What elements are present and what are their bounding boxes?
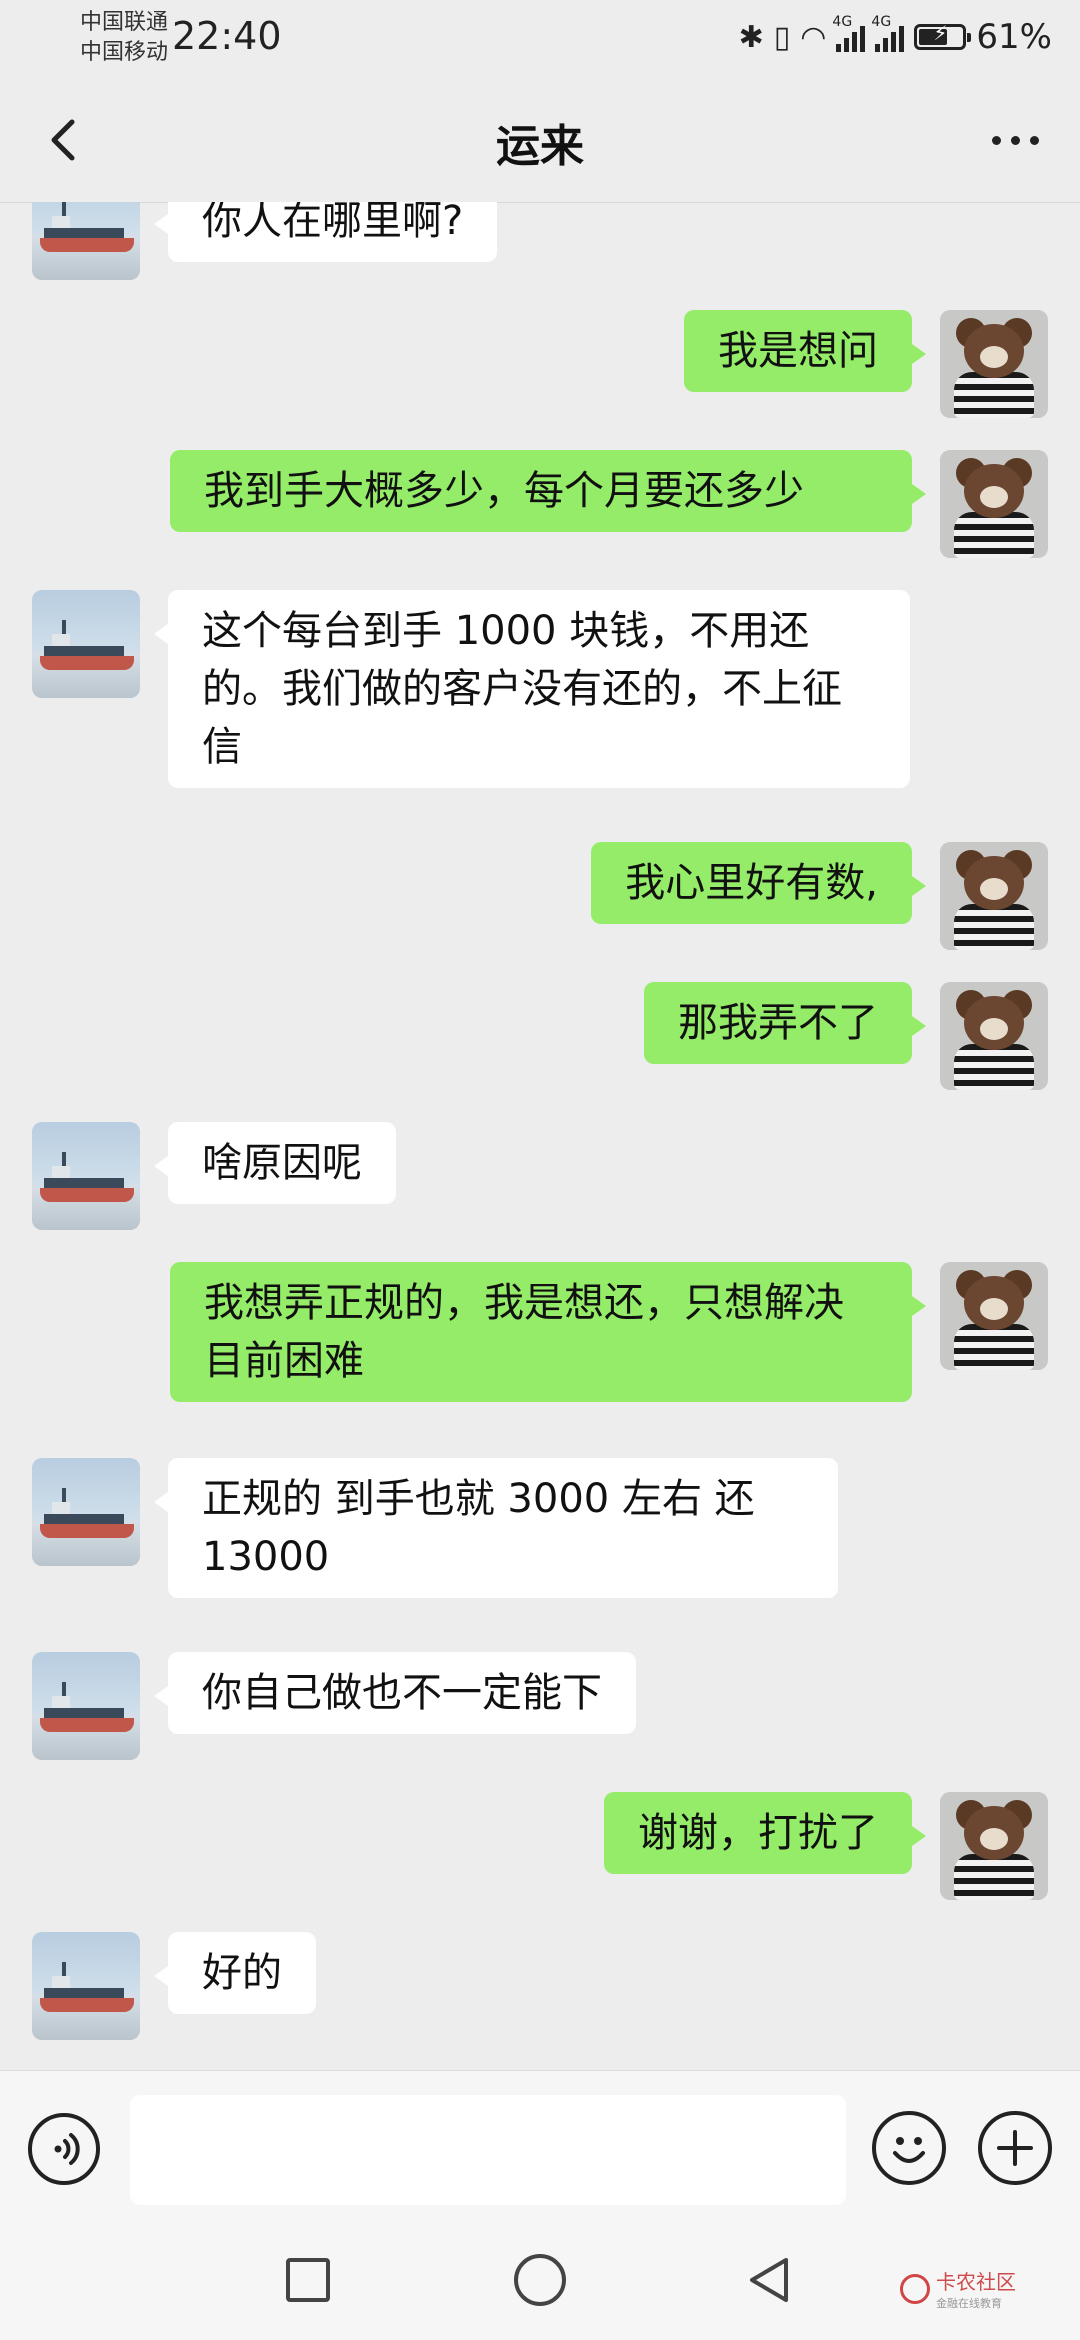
system-icons: ✱ ▯ ◠ 4G 4G ⚡ 61% (739, 12, 1052, 62)
message-list[interactable]: 你人在哪里啊? 我是想问 我到手大概多少，每个月要还多少 这个每台到手 1000… (0, 202, 1080, 2070)
avatar-contact[interactable] (32, 1122, 140, 1230)
status-bar: 中国联通 中国移动 22:40 ✱ ▯ ◠ 4G 4G ⚡ 61% (0, 0, 1080, 80)
avatar-self[interactable] (940, 1262, 1048, 1370)
message-bubble-received[interactable]: 正规的 到手也就 3000 左右 还 13000 (154, 1458, 838, 1598)
avatar-self[interactable] (940, 310, 1048, 418)
chat-header: 运来 (0, 80, 1080, 203)
wifi-icon: ◠ (800, 19, 827, 55)
message-bubble-sent[interactable]: 那我弄不了 (644, 982, 926, 1064)
avatar-contact[interactable] (32, 1458, 140, 1566)
avatar-self[interactable] (940, 1792, 1048, 1900)
message-bubble-sent[interactable]: 我想弄正规的，我是想还，只想解决目前困难 (170, 1262, 926, 1402)
plus-icon[interactable] (978, 2111, 1052, 2185)
signal-icon: 4G (832, 14, 866, 52)
avatar-contact[interactable] (32, 1932, 140, 2040)
network-tag-2: 4G (871, 14, 892, 30)
message-bubble-received[interactable]: 你自己做也不一定能下 (154, 1652, 636, 1734)
message-bubble-received[interactable]: 你人在哪里啊? (153, 202, 498, 262)
message-bubble-sent[interactable]: 我心里好有数, (591, 842, 926, 924)
system-nav-bar: 卡农社区 金融在线教育 (0, 2230, 1080, 2340)
more-horizontal-icon[interactable] (980, 110, 1050, 170)
voice-icon[interactable] (28, 2113, 100, 2185)
message-bubble-sent[interactable]: 我到手大概多少，每个月要还多少 (170, 450, 926, 532)
message-bubble-sent[interactable]: 谢谢，打扰了 (604, 1792, 926, 1874)
watermark-subtitle: 金融在线教育 (936, 2297, 1002, 2310)
input-bar (0, 2070, 1080, 2231)
battery-percent: 61% (976, 17, 1052, 57)
signal-icon-2: 4G (871, 14, 905, 52)
avatar-self[interactable] (940, 982, 1048, 1090)
vibrate-icon: ▯ (773, 19, 791, 55)
carrier-2: 中国移动 (80, 40, 169, 65)
carrier-labels: 中国联通 中国移动 (80, 8, 168, 68)
recents-icon[interactable] (286, 2258, 330, 2302)
message-bubble-received[interactable]: 啥原因呢 (154, 1122, 396, 1204)
message-bubble-received[interactable]: 好的 (154, 1932, 316, 2014)
message-bubble-received[interactable]: 这个每台到手 1000 块钱，不用还的。我们做的客户没有还的，不上征信 (154, 590, 910, 788)
avatar-self[interactable] (940, 842, 1048, 950)
network-tag-1: 4G (832, 14, 853, 30)
carrier-1: 中国联通 (80, 10, 169, 35)
bluetooth-icon: ✱ (738, 19, 764, 55)
avatar-contact[interactable] (32, 590, 140, 698)
watermark: 卡农社区 金融在线教育 (900, 2266, 1016, 2311)
emoji-icon[interactable] (872, 2111, 946, 2185)
chat-title: 运来 (496, 121, 584, 172)
home-icon[interactable] (514, 2254, 566, 2306)
watermark-title: 卡农社区 (936, 2270, 1016, 2294)
message-bubble-sent[interactable]: 我是想问 (684, 310, 926, 392)
status-time: 22:40 (172, 14, 282, 58)
avatar-contact[interactable] (32, 202, 140, 280)
avatar-contact[interactable] (32, 1652, 140, 1760)
nav-back-icon[interactable] (742, 2252, 798, 2308)
watermark-logo-icon (900, 2273, 930, 2304)
message-input[interactable] (130, 2095, 846, 2205)
avatar-self[interactable] (940, 450, 1048, 558)
battery-icon: ⚡ (914, 21, 972, 50)
